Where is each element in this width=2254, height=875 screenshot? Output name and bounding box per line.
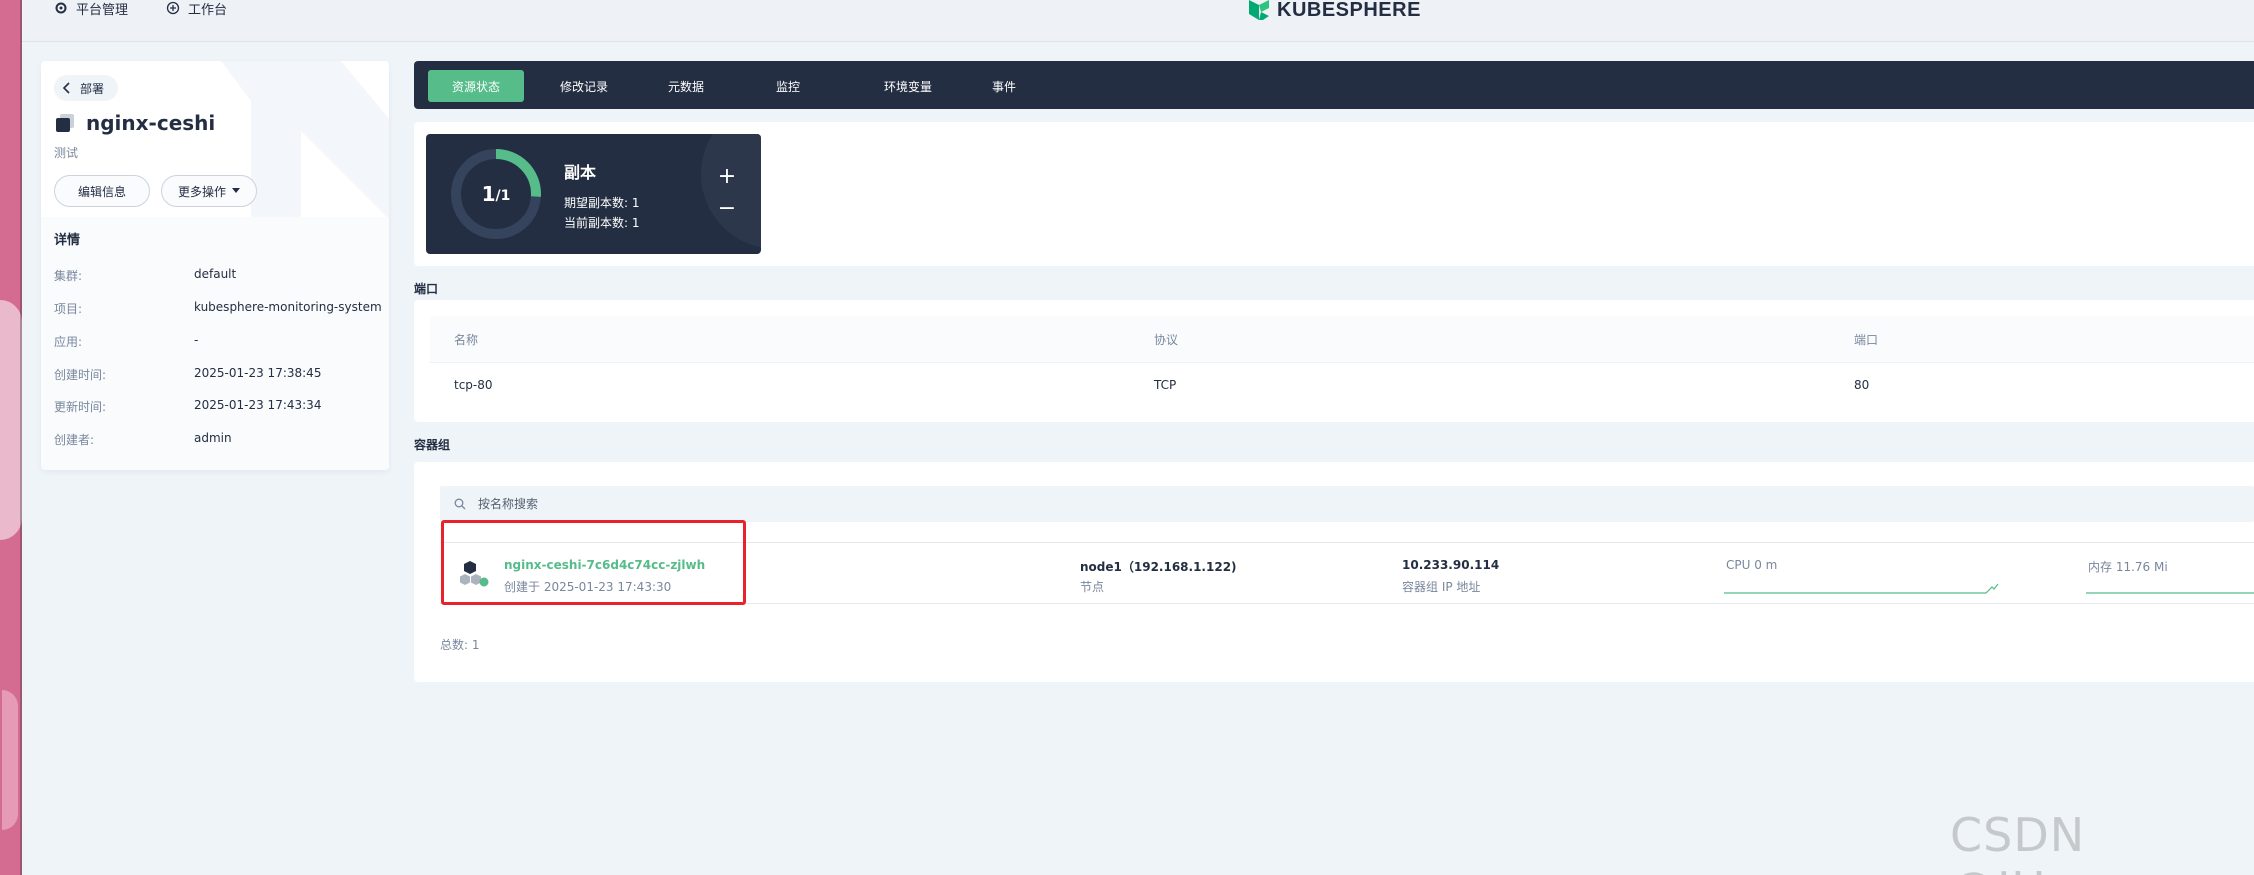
detail-key: 创建时间:: [54, 368, 107, 382]
current-replicas: 当前副本数: 1: [564, 216, 640, 230]
detail-value: kubesphere-monitoring-system: [194, 300, 382, 314]
replica-title: 副本: [564, 163, 597, 182]
detail-tabs: 资源状态 修改记录 元数据 监控 环境变量 事件: [414, 61, 2254, 109]
tab-monitoring[interactable]: 监控: [752, 70, 824, 102]
detail-value: 2025-01-23 17:38:45: [194, 366, 322, 380]
detail-value: -: [194, 333, 199, 347]
pod-search-bar[interactable]: [440, 486, 2254, 522]
replica-total: /1: [495, 188, 511, 204]
kubesphere-logo[interactable]: KUBESPHERE: [1247, 0, 1421, 21]
detail-value: default: [194, 267, 237, 281]
back-button[interactable]: 部署: [54, 75, 119, 101]
ports-section-title: 端口: [414, 282, 439, 296]
top-navbar: 平台管理 工作台 KUBESPHERE: [22, 0, 2254, 42]
pod-ip: 10.233.90.114: [1402, 558, 1500, 572]
logo-text: KUBESPHERE: [1277, 0, 1421, 21]
desired-replicas: 期望副本数: 1: [564, 196, 640, 210]
pod-cpu: CPU 0 m: [1726, 558, 1778, 572]
details-title: 详情: [54, 233, 81, 248]
memory-sparkline: [2086, 592, 2254, 594]
replica-current: 1: [481, 182, 496, 206]
chevron-left-icon: [62, 82, 70, 94]
pod-memory: 内存 11.76 Mi: [2088, 560, 2168, 574]
col-header-protocol: 协议: [1154, 332, 1179, 347]
caret-down-icon: [232, 188, 240, 193]
pod-total-count: 总数: 1: [440, 638, 480, 652]
workbench-label: 工作台: [188, 2, 228, 18]
highlight-annotation-box: [441, 520, 746, 605]
platform-management-link[interactable]: 平台管理: [54, 0, 129, 18]
resource-title: nginx-ceshi: [54, 111, 215, 135]
detail-key: 更新时间:: [54, 400, 107, 414]
cpu-sparkline: [1724, 583, 1999, 594]
detail-row-cluster: 集群: default: [54, 267, 236, 284]
watermark: CSDN @IUaena: [1950, 808, 2163, 875]
resource-name: nginx-ceshi: [86, 111, 216, 135]
pod-node-label: 节点: [1080, 580, 1105, 594]
replica-card-decoration: [701, 134, 761, 248]
tab-env-variables[interactable]: 环境变量: [860, 70, 956, 102]
port-name: tcp-80: [454, 377, 493, 392]
pod-search-input[interactable]: [478, 497, 878, 511]
resource-description: 测试: [54, 146, 79, 160]
window-edge: [20, 0, 22, 875]
tab-metadata[interactable]: 元数据: [644, 70, 728, 102]
ports-panel: 名称 协议 端口 tcp-80 TCP 80: [414, 300, 2254, 422]
pod-node: node1（192.168.1.122): [1080, 560, 1237, 574]
edit-info-label: 编辑信息: [77, 184, 126, 199]
detail-row-app: 应用: -: [54, 333, 198, 350]
pod-ip-label: 容器组 IP 地址: [1402, 580, 1481, 594]
more-actions-button[interactable]: 更多操作: [161, 175, 257, 207]
workbench-icon: [166, 1, 180, 15]
workbench-link[interactable]: 工作台: [166, 0, 228, 18]
ports-table-header: 名称 协议 端口: [430, 316, 2254, 362]
scale-down-button[interactable]: −: [714, 196, 740, 222]
desktop-background-strip: [0, 0, 22, 875]
detail-key: 项目:: [54, 302, 83, 316]
replica-count: 1 /1: [448, 146, 544, 242]
detail-key: 应用:: [54, 335, 83, 349]
replica-panel: 1 /1 副本 期望副本数: 1 当前副本数: 1 + −: [414, 122, 2254, 266]
ports-table: 名称 协议 端口 tcp-80 TCP 80: [430, 316, 2254, 406]
platform-management-label: 平台管理: [76, 2, 129, 18]
replica-info: 副本 期望副本数: 1 当前副本数: 1: [564, 159, 640, 233]
port-number: 80: [1854, 377, 1870, 392]
replica-card: 1 /1 副本 期望副本数: 1 当前副本数: 1 + −: [426, 134, 761, 254]
detail-row-created: 创建时间: 2025-01-23 17:38:45: [54, 366, 321, 383]
edit-info-button[interactable]: 编辑信息: [54, 175, 150, 207]
deployment-icon: [56, 114, 74, 132]
back-label: 部署: [80, 81, 105, 96]
pods-section-title: 容器组: [414, 438, 451, 452]
tab-resource-status[interactable]: 资源状态: [428, 70, 525, 102]
details-section: 详情 集群: default 项目: kubesphere-monitoring…: [41, 217, 389, 470]
scale-up-button[interactable]: +: [714, 164, 740, 190]
col-header-name: 名称: [454, 332, 479, 347]
port-protocol: TCP: [1154, 377, 1177, 392]
detail-row-updated: 更新时间: 2025-01-23 17:43:34: [54, 398, 321, 415]
resource-detail-card: 部署 nginx-ceshi 测试 编辑信息 更多操作 详情 集群: defau…: [41, 61, 389, 470]
tab-revision-records[interactable]: 修改记录: [536, 70, 632, 102]
detail-value: admin: [194, 431, 232, 445]
detail-key: 集群:: [54, 269, 83, 283]
detail-row-project: 项目: kubesphere-monitoring-system: [54, 300, 382, 317]
detail-key: 创建者:: [54, 433, 95, 447]
detail-value: 2025-01-23 17:43:34: [194, 398, 322, 412]
gear-icon: [54, 1, 68, 15]
search-icon: [454, 498, 466, 510]
col-header-port: 端口: [1854, 332, 1879, 347]
table-row: tcp-80 TCP 80: [430, 362, 2254, 406]
detail-row-creator: 创建者: admin: [54, 431, 232, 448]
more-actions-label: 更多操作: [177, 184, 226, 199]
tab-events[interactable]: 事件: [968, 70, 1040, 102]
kubesphere-logo-icon: [1249, 0, 1269, 20]
